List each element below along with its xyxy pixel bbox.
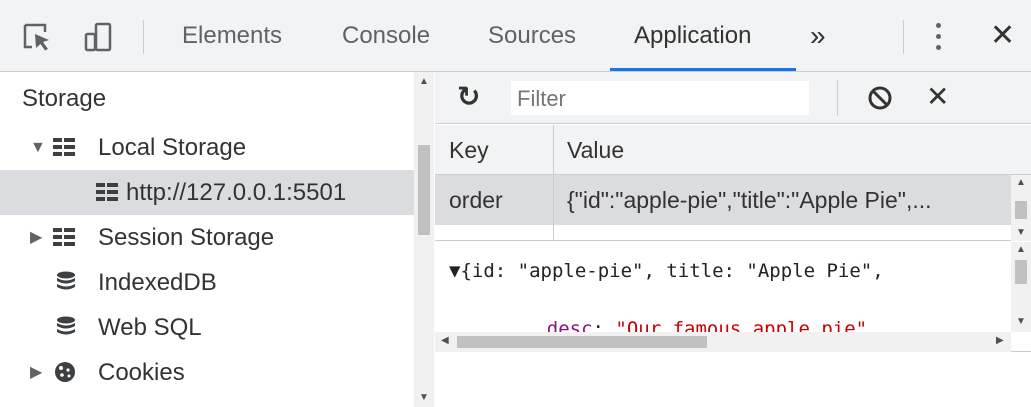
scroll-down-arrow-icon[interactable]: ▼ [419,392,429,403]
preview-object-line[interactable]: ▼{id: "apple-pie", title: "Apple Pie", [449,260,884,282]
refresh-icon[interactable]: ↻ [457,82,480,112]
device-toolbar-icon[interactable] [84,22,114,52]
sidebar-scrollbar[interactable]: ▲ ▼ [414,72,434,407]
scroll-up-arrow-icon[interactable]: ▲ [419,76,429,87]
tab-sources[interactable]: Sources [488,0,576,72]
column-divider[interactable] [553,125,554,241]
sidebar-item-web-sql[interactable]: Web SQL [0,305,414,350]
grid-storage-icon [53,138,75,156]
scroll-up-arrow-icon[interactable]: ▲ [1016,177,1026,188]
grid-storage-icon [96,183,118,201]
sidebar-section-storage: Storage [0,76,414,121]
filter-input[interactable] [517,81,797,117]
sidebar-item-label: Session Storage [98,224,275,251]
sidebar-item-indexeddb[interactable]: IndexedDB [0,260,414,305]
database-icon [57,316,75,335]
sidebar-item-local-storage[interactable]: ▼ Local Storage [0,125,414,170]
scroll-up-arrow-icon[interactable]: ▲ [1016,244,1026,255]
toolbar-divider [837,80,838,116]
column-header-value[interactable]: Value [567,125,624,175]
sidebar-item-label: Web SQL [98,314,202,341]
sidebar-item-label: http://127.0.0.1:5501 [126,179,347,206]
expand-triangle-right-icon[interactable]: ▶ [30,215,42,260]
storage-table: Key Value order {"id":"apple-pie","title… [435,125,1031,241]
sidebar-section-title: Storage [22,85,107,112]
sidebar-item-session-storage[interactable]: ▶ Session Storage [0,215,414,260]
toolbar-divider [903,20,904,54]
active-tab-indicator [610,68,796,71]
scrollbar-thumb[interactable] [418,145,430,235]
scroll-left-arrow-icon[interactable]: ◀ [441,335,449,346]
toolbar-divider [143,20,144,54]
sidebar-item-label: Cookies [98,359,185,386]
inspect-element-icon[interactable] [22,22,52,52]
filter-field [510,80,810,117]
sidebar-item-cookies[interactable]: ▶ Cookies [0,350,414,395]
preview-horizontal-scrollbar[interactable]: ◀ ▶ [435,332,1011,352]
tab-elements[interactable]: Elements [182,0,282,72]
more-tabs-button[interactable]: » [810,0,826,72]
grid-storage-icon [53,228,75,246]
sidebar-item-label: Local Storage [98,134,247,161]
devtools-tabbar: Elements Console Sources Application » ✕ [0,0,1031,72]
table-scrollbar[interactable]: ▲ ▼ [1011,175,1031,241]
cookie-icon [55,362,75,382]
scroll-down-arrow-icon[interactable]: ▼ [1016,227,1026,238]
value-preview-pane: ▼{id: "apple-pie", title: "Apple Pie", d… [435,242,1031,352]
scrollbar-thumb[interactable] [457,336,707,348]
expand-triangle-down-icon[interactable]: ▼ [30,125,46,170]
scrollbar-thumb[interactable] [1015,260,1027,284]
tab-console[interactable]: Console [342,0,430,72]
storage-toolbar: ↻ ✕ [435,72,1031,124]
close-devtools-icon[interactable]: ✕ [990,19,1015,53]
application-sidebar: Storage ▼ Local Storage http://127.0.0.1… [0,72,434,407]
tab-application[interactable]: Application [634,0,751,72]
table-row[interactable]: order {"id":"apple-pie","title":"Apple P… [435,175,1011,225]
row-value-cell[interactable]: {"id":"apple-pie","title":"Apple Pie",..… [567,175,1007,225]
table-empty-row [435,225,1011,241]
row-key-cell[interactable]: order [449,175,549,225]
scrollbar-thumb[interactable] [1015,201,1027,219]
sidebar-item-local-origin[interactable]: http://127.0.0.1:5501 [0,170,414,215]
customize-menu-icon[interactable] [930,22,946,52]
scroll-right-arrow-icon[interactable]: ▶ [996,335,1004,346]
preview-vertical-scrollbar[interactable]: ▲ ▼ [1011,242,1031,332]
sidebar-item-label: IndexedDB [98,269,217,296]
scroll-down-arrow-icon[interactable]: ▼ [1016,316,1026,327]
table-header: Key Value [435,125,1031,175]
clear-all-block-icon[interactable] [867,85,893,111]
preview-property-line: desc: "Our famous apple pie" [501,296,867,362]
database-icon [57,271,75,290]
expand-triangle-right-icon[interactable]: ▶ [30,350,42,395]
column-header-key[interactable]: Key [449,125,489,175]
delete-selected-icon[interactable]: ✕ [926,80,949,114]
